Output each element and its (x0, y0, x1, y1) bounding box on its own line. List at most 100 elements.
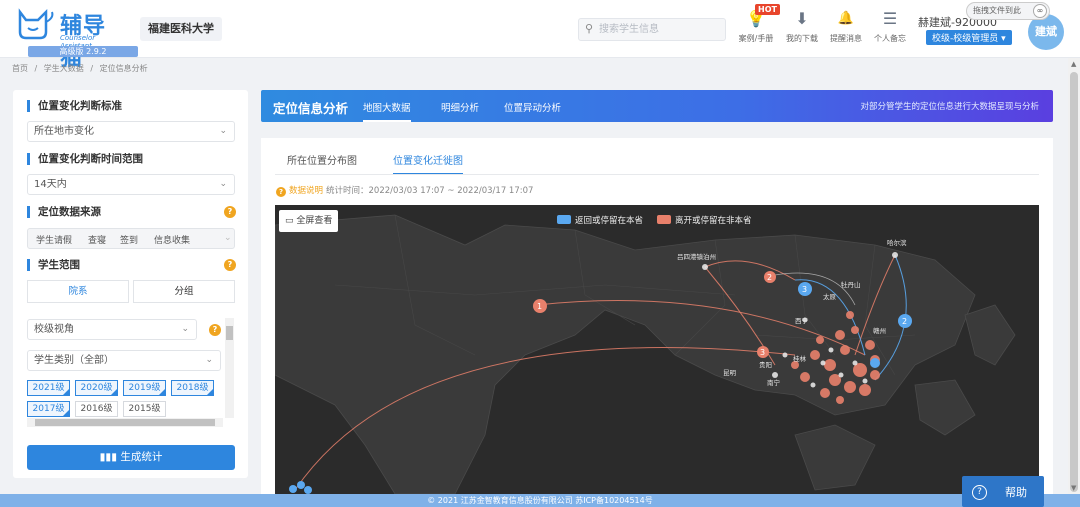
tab-distribution-map[interactable]: 所在位置分布图 (287, 152, 357, 167)
legend-swatch (657, 215, 671, 224)
migration-map[interactable]: 1 2 3 3 2 吕四港镇泊州 哈尔滨 牡丹山 太原 西宁 昆明 贵阳 南宁 … (275, 205, 1039, 494)
tab-migration-map[interactable]: 位置变化迁徙图 (393, 152, 463, 175)
link-icon: ∞ (1033, 4, 1047, 18)
chevron-down-icon: ⌄ (181, 324, 189, 334)
toolbar-memo-button[interactable]: ☰ 个人备忘 (869, 8, 911, 48)
school-name[interactable]: 福建医科大学 (140, 17, 222, 41)
legend-label: 返回或停留在本省 (575, 216, 644, 226)
fullscreen-label: 全屏查看 (296, 216, 333, 226)
data-note: ? 数据说明 统计时间：2022/03/03 17:07 ~ 2022/03/17 … (276, 184, 533, 197)
monitor-icon: ▭ (285, 216, 294, 226)
breadcrumb-sep: / (90, 64, 94, 73)
list-icon: ☰ (882, 9, 898, 28)
source-multiselect[interactable]: 学生请假 查寝 签到 信息收集 ⌄ (27, 228, 235, 249)
drag-download-text: 拖拽文件到此 (973, 6, 1021, 15)
legend-label: 离开或停留在非本省 (675, 216, 752, 226)
breadcrumb-current: 定位信息分析 (99, 64, 148, 73)
year-tag[interactable]: 2019级 (123, 380, 166, 396)
breadcrumb-bigdata[interactable]: 学生大数据 (44, 64, 84, 73)
fullscreen-button[interactable]: ▭ 全屏查看 (279, 210, 339, 232)
tab-group[interactable]: 分组 (133, 280, 235, 303)
source-chip: 查寝 (88, 236, 107, 246)
tab-detail-analysis[interactable]: 明细分析 (441, 100, 479, 114)
category-value: 学生类别（全部） (34, 355, 114, 366)
header-description: 对部分管学生的定位信息进行大数据呈现与分析 (860, 102, 1039, 112)
city-label: 吕四港镇泊州 (677, 252, 716, 261)
caret-down-icon: ▾ (1001, 34, 1006, 44)
help-icon[interactable]: ? (209, 324, 221, 336)
year-tag[interactable]: 2016级 (75, 401, 118, 417)
help-icon[interactable]: ? (224, 206, 236, 218)
page-title: 定位信息分析 (273, 101, 349, 116)
toolbar-downloads-button[interactable]: ⬇ 我的下载 (781, 8, 823, 48)
role-dropdown[interactable]: 校级-校级管理员 ▾ (926, 30, 1012, 45)
breadcrumb-sep: / (34, 64, 38, 73)
chevron-down-icon: ⌄ (205, 355, 213, 365)
migration-badge: 1 (537, 302, 542, 311)
scope-tabs: 院系 分组 (27, 280, 235, 303)
legend-leave[interactable]: 离开或停留在非本省 (657, 214, 752, 226)
year-list-hscrollbar[interactable] (27, 418, 223, 427)
year-tag[interactable]: 2018级 (171, 380, 214, 396)
scroll-thumb[interactable] (226, 326, 233, 340)
help-icon[interactable]: ? (224, 259, 236, 271)
city-label: 昆明 (723, 369, 737, 377)
scroll-down-icon[interactable]: ▼ (1071, 484, 1076, 492)
generate-label: 生成统计 (120, 451, 163, 463)
migration-badge: 2 (767, 273, 772, 282)
toolbar-label: 个人备忘 (874, 34, 906, 43)
data-note-label: 数据说明 (289, 186, 324, 196)
top-header: 辅导猫 Counselor Assistant 高级版 2.9.2 福建医科大学… (0, 0, 1080, 71)
source-chip: 签到 (120, 236, 139, 246)
help-label: 帮助 (1005, 485, 1027, 499)
year-tag[interactable]: 2021级 (27, 380, 70, 396)
migration-badge: 3 (802, 285, 807, 294)
tab-divider (275, 174, 1039, 175)
criteria-value: 所在地市变化 (34, 126, 94, 137)
tab-institution[interactable]: 院系 (27, 280, 129, 303)
criteria-title: 位置变化判断标准 (27, 100, 122, 112)
source-title: 定位数据来源 (27, 206, 101, 218)
filter-panel: 位置变化判断标准 所在地市变化 ⌄ 位置变化判断时间范围 14天内 ⌄ 定位数据… (13, 90, 248, 478)
view-select[interactable]: 校级视角 ⌄ (27, 319, 197, 340)
year-tag[interactable]: 2017级 (27, 401, 70, 417)
toolbar-label: 案例/手册 (738, 34, 774, 43)
legend-return[interactable]: 返回或停留在本省 (557, 214, 643, 226)
data-note-text: 统计时间：2022/03/03 17:07 ~ 2022/03/17 17:07 (326, 186, 534, 196)
breadcrumb-home[interactable]: 首页 (12, 64, 28, 73)
category-select[interactable]: 学生类别（全部） ⌄ (27, 350, 221, 371)
year-tag[interactable]: 2015级 (123, 401, 166, 417)
bell-icon: 🔔 (837, 11, 855, 26)
footer: © 2021 江苏金智教育信息股份有限公司 苏ICP备10204514号 (0, 494, 1080, 507)
help-icon: ? (276, 187, 286, 197)
scroll-up-icon[interactable]: ▲ (1071, 60, 1076, 68)
cat-logo-icon (18, 8, 54, 40)
generate-stats-button[interactable]: ▮▮▮ 生成统计 (27, 445, 235, 470)
search-input[interactable] (599, 21, 721, 38)
legend-swatch (557, 215, 571, 224)
toolbar-label: 我的下载 (786, 34, 818, 43)
chevron-down-icon: ⌄ (224, 233, 232, 243)
hot-badge: HOT (755, 4, 780, 15)
help-button[interactable]: ? 帮助 (962, 476, 1044, 507)
toolbar-cases-button[interactable]: HOT 💡 案例/手册 (735, 4, 780, 48)
role-label: 校级-校级管理员 (932, 34, 999, 44)
tab-anomaly-analysis[interactable]: 位置异动分析 (504, 100, 561, 114)
year-tag[interactable]: 2020级 (75, 380, 118, 396)
download-icon: ⬇ (795, 9, 809, 28)
bar-chart-icon: ▮▮▮ (99, 451, 117, 463)
city-label: 牡丹山 (841, 280, 861, 289)
student-search[interactable]: ⚲ (578, 18, 726, 41)
page-scrollbar[interactable]: ▲ ▼ (1068, 58, 1080, 494)
criteria-select[interactable]: 所在地市变化 ⌄ (27, 121, 235, 142)
year-list-scrollbar[interactable] (225, 318, 234, 418)
toolbar-messages-button[interactable]: 🔔 提醒消息 (825, 8, 867, 48)
source-chip: 信息收集 (154, 236, 191, 246)
scroll-thumb[interactable] (35, 419, 215, 426)
migration-badge: 2 (902, 317, 907, 326)
tab-map-bigdata[interactable]: 地图大数据 (363, 100, 411, 122)
app-logo[interactable]: 辅导猫 Counselor Assistant 高级版 2.9.2 (14, 6, 138, 71)
timerange-select[interactable]: 14天内 ⌄ (27, 174, 235, 195)
scroll-thumb[interactable] (1070, 72, 1078, 492)
drag-download-widget[interactable]: 拖拽文件到此 ∞ (966, 2, 1050, 20)
